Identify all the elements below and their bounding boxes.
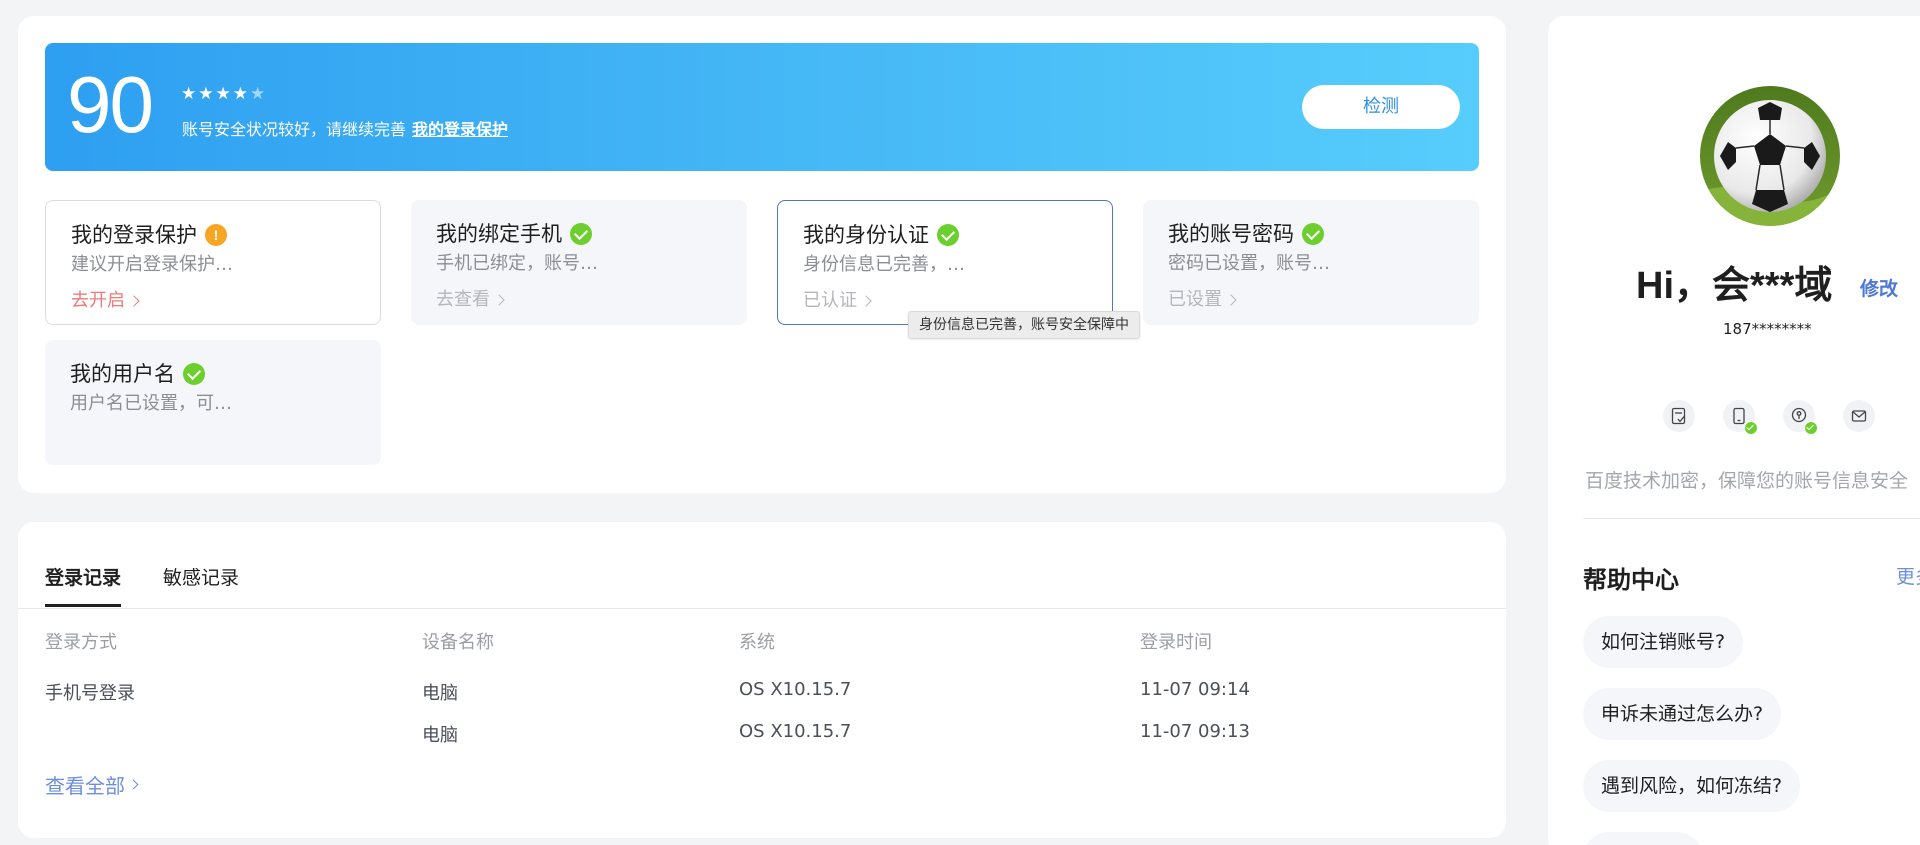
security-message: 账号安全状况较好，请继续完善 我的登录保护	[182, 119, 508, 141]
column-header-login-method: 登录方式	[45, 632, 117, 653]
help-item-partial[interactable]	[1583, 832, 1703, 845]
login-protection-link[interactable]: 我的登录保护	[412, 120, 508, 139]
check-icon	[570, 223, 592, 245]
records-card: 登录记录 敏感记录 登录方式 设备名称 系统 登录时间 手机号登录 电脑 OS …	[18, 522, 1506, 838]
cell-login-time: 11-07 09:13	[1140, 721, 1250, 742]
security-score: 90	[67, 60, 154, 149]
tile-title: 我的登录保护!	[71, 221, 227, 249]
edit-name-link[interactable]: 修改	[1860, 274, 1898, 301]
column-header-system: 系统	[739, 632, 775, 653]
avatar[interactable]	[1700, 86, 1840, 226]
verified-check-icon	[1804, 421, 1818, 435]
user-greeting: Hi，会***域	[1636, 265, 1833, 307]
chevron-right-icon	[1225, 294, 1237, 306]
password-set-link[interactable]: 已设置	[1168, 288, 1237, 312]
chevron-right-icon	[493, 294, 505, 306]
tile-title-text: 我的身份认证	[803, 223, 929, 247]
chevron-right-icon	[860, 295, 872, 307]
column-header-device: 设备名称	[422, 632, 494, 653]
tile-title: 我的用户名	[70, 360, 205, 388]
tile-title: 我的账号密码	[1168, 220, 1324, 248]
soccer-ball-avatar-image	[1700, 86, 1840, 226]
tile-bound-phone[interactable]: 我的绑定手机 手机已绑定，账号… 去查看	[411, 200, 747, 325]
star-icon: ★	[215, 84, 231, 104]
tile-action-text: 已认证	[803, 290, 857, 311]
cell-device: 电脑	[422, 683, 458, 704]
tile-title: 我的绑定手机	[436, 220, 592, 248]
records-tabs: 登录记录 敏感记录	[45, 564, 239, 607]
check-icon	[1302, 223, 1324, 245]
tile-title-text: 我的绑定手机	[436, 222, 562, 246]
phone-icon[interactable]	[1723, 400, 1758, 435]
help-item[interactable]: 如何注销账号?	[1583, 616, 1744, 668]
warning-icon: !	[205, 224, 227, 246]
divider	[1583, 518, 1920, 519]
tile-title-text: 我的用户名	[70, 362, 175, 386]
tabs-divider	[18, 608, 1506, 609]
view-all-text: 查看全部	[45, 774, 125, 798]
identity-tooltip: 身份信息已完善，账号安全保障中	[908, 311, 1140, 339]
help-center-title: 帮助中心	[1583, 566, 1679, 594]
verified-check-icon	[1744, 421, 1758, 435]
tile-title-text: 我的账号密码	[1168, 222, 1294, 246]
tile-identity-verification[interactable]: 我的身份认证 身份信息已完善，… 已认证	[777, 200, 1113, 325]
tile-desc: 密码已设置，账号…	[1168, 253, 1330, 274]
chevron-right-icon	[128, 779, 139, 790]
star-icon: ★	[181, 84, 197, 104]
tile-action-text: 去开启	[71, 290, 125, 311]
identity-verified-link[interactable]: 已认证	[803, 289, 872, 313]
enable-login-protection-link[interactable]: 去开启	[71, 289, 140, 313]
security-message-text: 账号安全状况较好，请继续完善	[182, 120, 407, 139]
column-header-login-time: 登录时间	[1140, 632, 1212, 653]
tile-desc: 建议开启登录保护…	[71, 254, 233, 275]
security-score-banner: 90 ★ ★ ★ ★ ★ 账号安全状况较好，请继续完善 我的登录保护 检测	[45, 43, 1479, 171]
star-icon: ★	[232, 84, 248, 104]
tile-desc: 用户名已设置，可…	[70, 393, 232, 414]
cell-login-time: 11-07 09:14	[1140, 679, 1250, 700]
help-item[interactable]: 遇到风险，如何冻结?	[1583, 760, 1801, 812]
star-icon: ★	[250, 84, 266, 104]
tab-sensitive-records[interactable]: 敏感记录	[163, 564, 239, 607]
user-phone: 187********	[1723, 320, 1812, 338]
help-more-link[interactable]: 更多	[1896, 562, 1920, 589]
tile-login-protection[interactable]: 我的登录保护! 建议开启登录保护… 去开启	[45, 200, 381, 325]
profile-card: Hi，会***域 修改 187******** 百度技术加密，保障您的账号信息安…	[1548, 16, 1920, 845]
tile-action-text: 已设置	[1168, 289, 1222, 310]
document-check-icon[interactable]	[1663, 400, 1695, 432]
star-icon: ★	[198, 84, 214, 104]
help-item[interactable]: 申诉未通过怎么办?	[1583, 688, 1782, 740]
star-rating: ★ ★ ★ ★ ★	[181, 85, 265, 103]
encryption-note: 百度技术加密，保障您的账号信息安全	[1585, 470, 1909, 492]
cell-system: OS X10.15.7	[739, 679, 852, 700]
key-icon[interactable]	[1783, 400, 1818, 435]
tile-account-password[interactable]: 我的账号密码 密码已设置，账号… 已设置	[1143, 200, 1479, 325]
tab-login-records[interactable]: 登录记录	[45, 564, 122, 607]
chevron-right-icon	[128, 295, 140, 307]
check-icon	[937, 224, 959, 246]
mail-icon[interactable]	[1843, 400, 1875, 432]
tile-desc: 手机已绑定，账号…	[436, 253, 598, 274]
tile-action-text: 去查看	[436, 289, 490, 310]
cell-login-method: 手机号登录	[45, 683, 135, 704]
view-phone-link[interactable]: 去查看	[436, 288, 505, 312]
tile-title: 我的身份认证	[803, 221, 959, 249]
cell-system: OS X10.15.7	[739, 721, 852, 742]
tile-username[interactable]: 我的用户名 用户名已设置，可…	[45, 340, 381, 465]
tile-title-text: 我的登录保护	[71, 223, 197, 247]
security-card: 90 ★ ★ ★ ★ ★ 账号安全状况较好，请继续完善 我的登录保护 检测 我的登…	[18, 16, 1506, 493]
check-icon	[183, 363, 205, 385]
view-all-link[interactable]: 查看全部	[45, 770, 139, 799]
cell-device: 电脑	[422, 725, 458, 746]
tile-desc: 身份信息已完善，…	[803, 254, 965, 275]
detect-button[interactable]: 检测	[1302, 85, 1460, 129]
